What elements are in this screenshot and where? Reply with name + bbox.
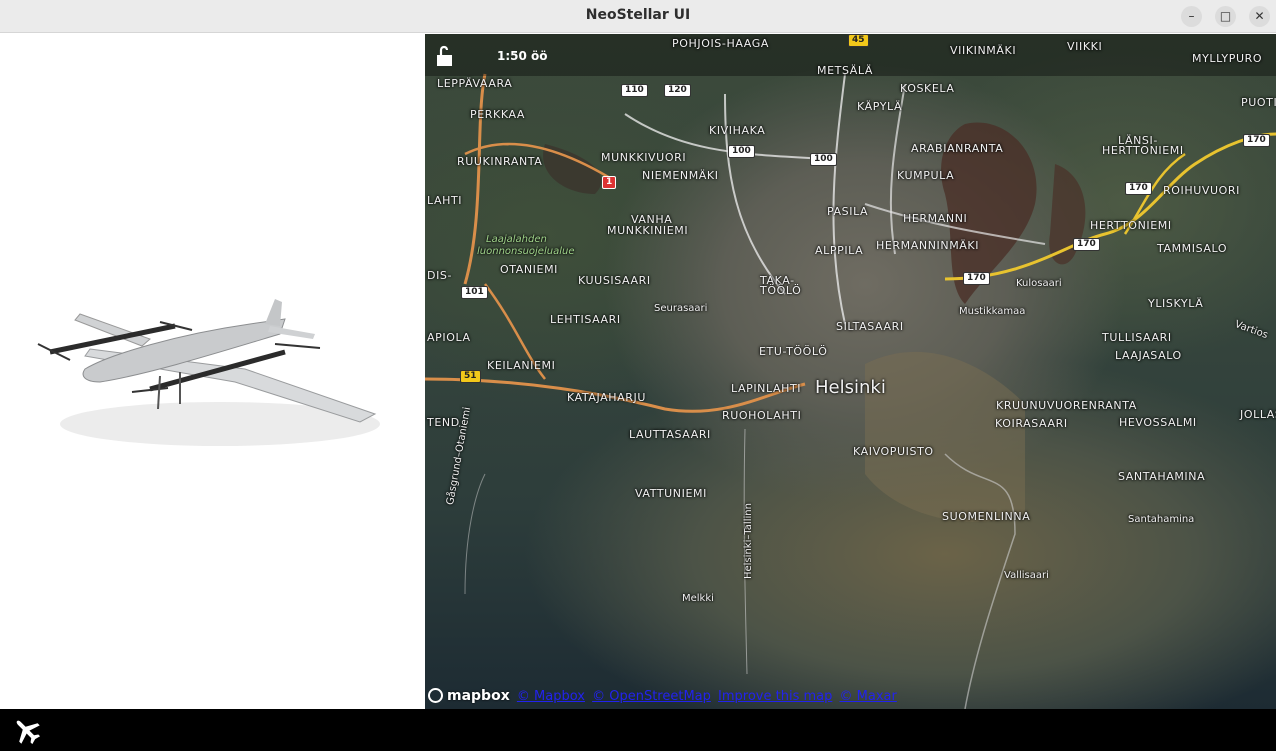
map-label-koirasaari: KOIRASAARI	[995, 417, 1068, 430]
map-label-santahamina: SANTAHAMINA	[1118, 470, 1206, 483]
road-shield-r170a: 170	[1243, 134, 1270, 147]
bottom-toolbar	[0, 709, 1276, 751]
map-label-lauttasaari: LAUTTASAARI	[629, 428, 711, 441]
map-label-helsinki: Helsinki	[815, 377, 886, 398]
map-label-perkkaa: PERKKAA	[470, 108, 526, 121]
road-shield-r45: 45	[848, 34, 869, 47]
road-shield-r100a: 100	[728, 145, 755, 158]
map-label-hevossalmi: HEVOSSALMI	[1119, 416, 1197, 429]
map-label-jollas: JOLLAS	[1240, 408, 1276, 421]
road-shield-r1: 1	[602, 176, 617, 189]
map-label-mustikkamaa: Mustikkamaa	[959, 306, 1026, 317]
window-titlebar: NeoStellar UI – □ ✕	[0, 0, 1276, 33]
map-label-munkkiniemi: MUNKKINIEMI	[607, 224, 689, 237]
map-label-viikinmaki: VIIKINMÄKI	[950, 44, 1017, 57]
map-label-helsinki-tallinn: Helsinki–Tallinn	[743, 503, 754, 579]
map-label-ruukinranta: RUUKINRANTA	[457, 155, 543, 168]
attribution-link-maxar[interactable]: © Maxar	[840, 689, 897, 704]
map-label-myllypuro: MYLLYPURO	[1192, 52, 1263, 65]
clock-time: 1:50 öö	[497, 49, 548, 63]
map-label-kulosaari: Kulosaari	[1016, 278, 1062, 289]
map-label-herttoniemi: HERTTONIEMI	[1090, 219, 1172, 232]
road-shield-r170c: 170	[1073, 238, 1100, 251]
map-label-katajaharju: KATAJAHARJU	[567, 391, 646, 404]
map-label-roihuvuori: ROIHUVUORI	[1163, 184, 1240, 197]
map-label-keilaniemi: KEILANIEMI	[487, 359, 556, 372]
map-label-otaniemi: OTANIEMI	[500, 263, 559, 276]
road-shield-r120: 120	[664, 84, 691, 97]
map-label-laajasalo: LAAJASALO	[1115, 349, 1182, 362]
map-label-kivihaka: KIVIHAKA	[709, 124, 766, 137]
map-label-lapinlahti: LAPINLAHTI	[731, 382, 802, 395]
map-label-seurasaari: Seurasaari	[654, 303, 708, 314]
map-label-luonnonsuojelualue: luonnonsuojelualue	[477, 246, 575, 257]
map-label-hermanninmaki: HERMANNINMÄKI	[876, 239, 980, 252]
airplane-icon[interactable]	[12, 716, 42, 746]
close-icon[interactable]: ✕	[1249, 6, 1270, 27]
map-label-tend: TEND	[427, 416, 460, 429]
map-label-kumpula: KUMPULA	[897, 169, 955, 182]
map-label-tullisaari: TULLISAARI	[1102, 331, 1172, 344]
road-shield-r101: 101	[461, 286, 488, 299]
vtol-drone-icon	[37, 299, 380, 446]
map-label-arabianranta: ARABIANRANTA	[911, 142, 1004, 155]
map-label-kapyla: KÄPYLÄ	[857, 100, 903, 113]
road-shield-r170d: 170	[963, 272, 990, 285]
map-label-alppila: ALPPILA	[815, 244, 864, 257]
map-attribution: mapbox © Mapbox © OpenStreetMap Improve …	[428, 688, 897, 708]
road-shield-r51: 51	[460, 370, 481, 383]
improve-map-link[interactable]: Improve this map	[718, 689, 832, 704]
map-label-lehtisaari: LEHTISAARI	[550, 313, 621, 326]
map-label-lahti: LAHTI	[427, 194, 463, 207]
attribution-link-mapbox[interactable]: © Mapbox	[517, 689, 585, 704]
unlock-icon[interactable]	[435, 44, 457, 68]
map-label-suomenlinna: SUOMENLINNA	[942, 510, 1031, 523]
map-label-metsala: METSÄLÄ	[817, 64, 873, 77]
map-view[interactable]: 1:50 öö Helsinki POHJOIS-HAAGA METSÄLÄ VIIK…	[425, 34, 1276, 709]
maximize-icon[interactable]: □	[1215, 6, 1236, 27]
mapbox-logo[interactable]: mapbox	[428, 688, 510, 704]
window-title: NeoStellar UI	[585, 7, 691, 23]
map-label-hermanni: HERMANNI	[903, 212, 968, 225]
vehicle-panel	[0, 34, 425, 709]
road-shield-r100b: 100	[810, 153, 837, 166]
map-label-kaivopuisto: KAIVOPUISTO	[853, 445, 934, 458]
map-label-tammisalo: TAMMISALO	[1157, 242, 1228, 255]
map-label-melkki: Melkki	[682, 593, 714, 604]
map-label-pohjois-haaga: POHJOIS-HAAGA	[672, 37, 769, 50]
map-label-laajalahden: Laajalahden	[486, 234, 547, 245]
map-label-puotinen: PUOTIN	[1241, 96, 1276, 109]
minimize-icon[interactable]: –	[1181, 6, 1202, 27]
map-label-leppavaara: LEPPÄVAARA	[437, 77, 513, 90]
map-label-toolo: TÖÖLÖ	[760, 284, 802, 297]
road-shield-r170b: 170	[1125, 182, 1152, 195]
map-label-koskela: KOSKELA	[900, 82, 955, 95]
map-label-pasila: PASILA	[827, 205, 869, 218]
map-label-dis: DIS-	[427, 269, 453, 282]
map-label-niemenmaki: NIEMENMÄKI	[642, 169, 719, 182]
road-shield-r110: 110	[621, 84, 648, 97]
map-label-vallisaari: Vallisaari	[1004, 570, 1049, 581]
map-label-viikki: VIIKKI	[1067, 40, 1103, 53]
map-label-kuusisaari: KUUSISAARI	[578, 274, 651, 287]
map-label-ruoholahti: RUOHOLAHTI	[722, 409, 802, 422]
map-label-kruunuvuorenranta: KRUUNUVUORENRANTA	[996, 399, 1137, 412]
map-label-yliskyla: YLISKYLÄ	[1148, 297, 1204, 310]
map-label-munkkivuori: MUNKKIVUORI	[601, 151, 687, 164]
map-label-vattuniemi: VATTUNIEMI	[635, 487, 707, 500]
map-label-santahamina-place: Santahamina	[1128, 514, 1195, 525]
map-label-lansi-herttoniemi-2: HERTTONIEMI	[1102, 144, 1184, 157]
map-label-etu-toolo: ETU-TÖÖLÖ	[759, 345, 828, 358]
attribution-link-osm[interactable]: © OpenStreetMap	[592, 689, 711, 704]
map-label-apiola: APIOLA	[427, 331, 471, 344]
map-label-siltasaari: SILTASAARI	[836, 320, 904, 333]
